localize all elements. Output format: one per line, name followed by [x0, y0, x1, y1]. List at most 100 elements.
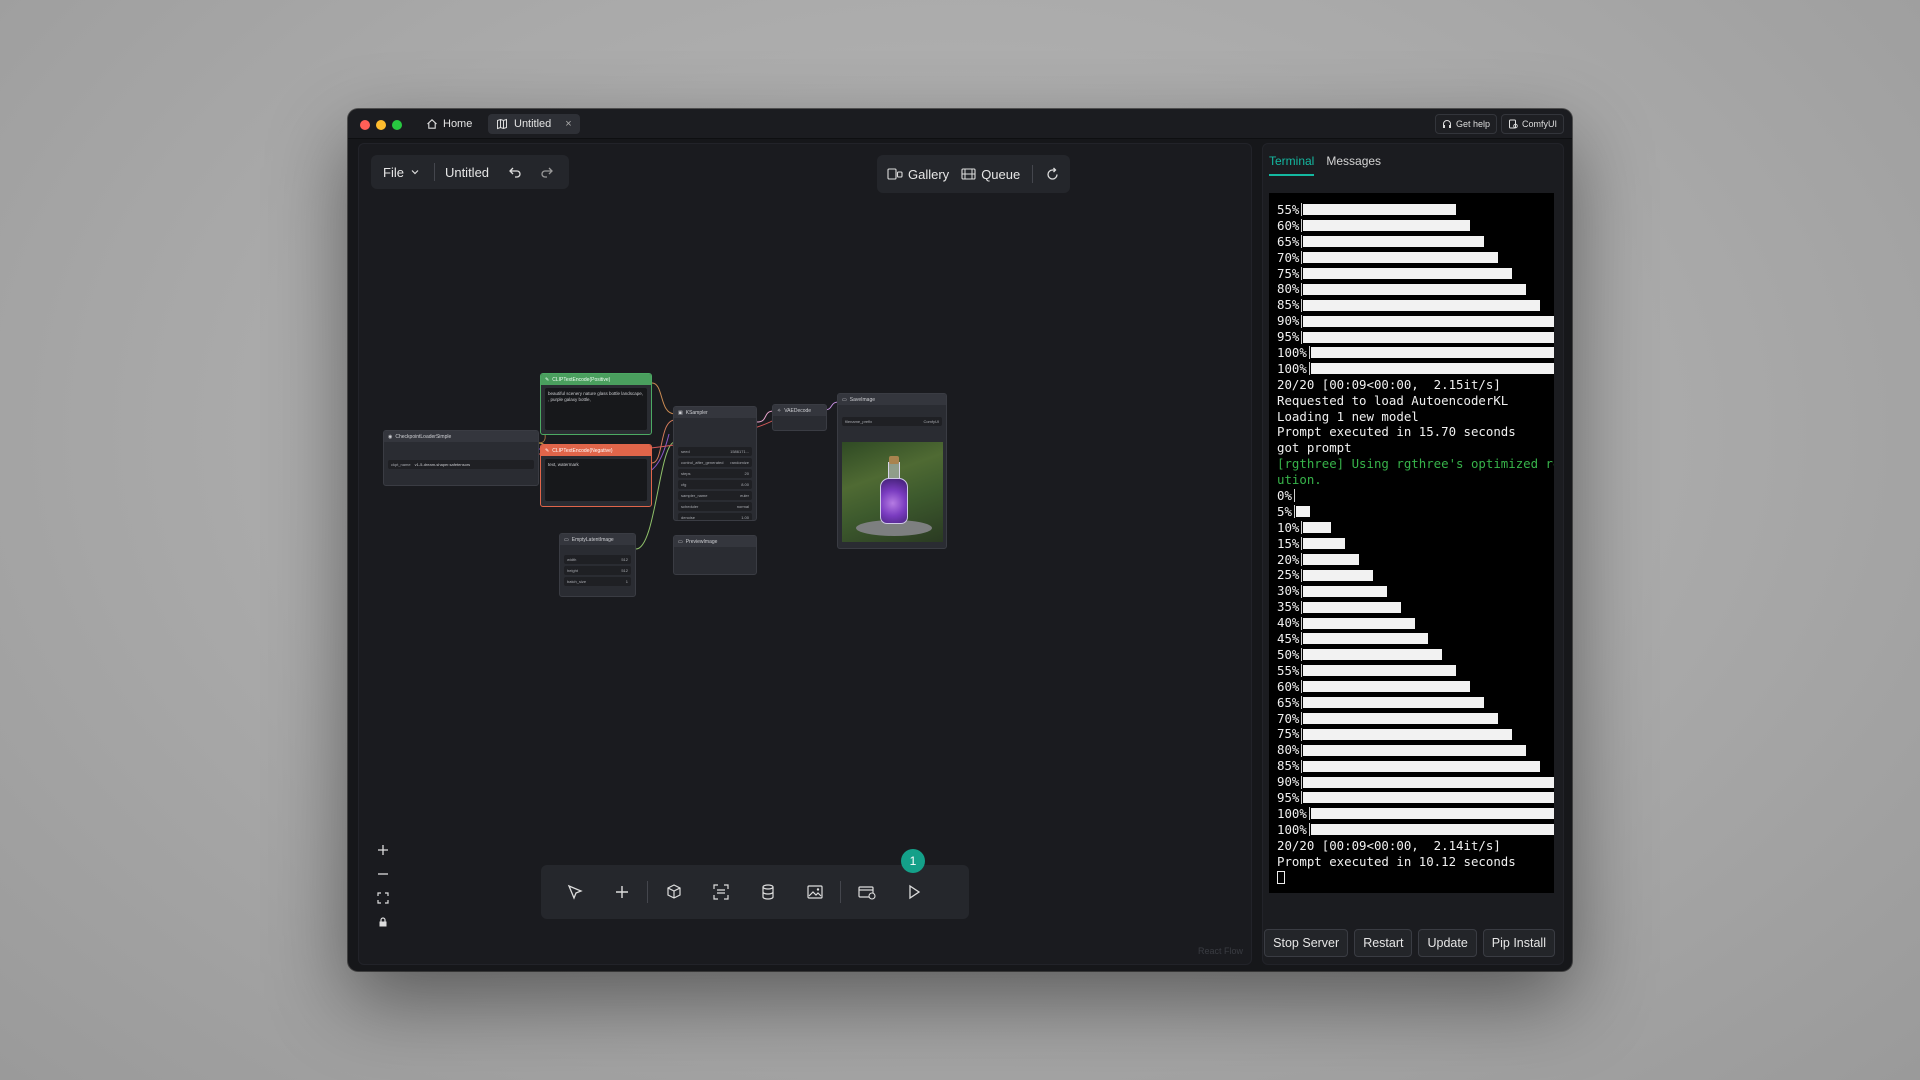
field-value: 1.00 — [741, 515, 749, 520]
maximize-window-button[interactable] — [392, 120, 402, 130]
progress-percent: 55% — [1277, 202, 1300, 217]
node-clip-negative[interactable]: ✎ CLIPTextEncode(Negative) text, watermar… — [540, 444, 652, 507]
run-button[interactable] — [890, 872, 937, 912]
minimize-window-button[interactable] — [376, 120, 386, 130]
terminal-line: 65% — [1277, 695, 1546, 711]
tab-terminal[interactable]: Terminal — [1269, 154, 1315, 176]
image-icon: ▭ — [842, 396, 847, 403]
console-panel: Terminal Messages 55% 60% 65% 70% 75% 80% 85% 9… — [1262, 143, 1564, 965]
terminal-line: 85% — [1277, 297, 1546, 313]
comfyui-button[interactable]: ComfyUI — [1500, 114, 1564, 134]
progress-bar-start — [1301, 759, 1303, 773]
tab-home[interactable]: Home — [426, 115, 472, 133]
progress-percent: 55% — [1277, 662, 1300, 678]
latent-field[interactable]: batch_size 1 — [564, 577, 631, 586]
tab-close-icon[interactable]: × — [565, 118, 571, 130]
field-label: seed — [681, 449, 690, 454]
field-value: 1 — [625, 579, 628, 584]
queue-list-button[interactable] — [843, 872, 890, 912]
progress-bar — [1301, 727, 1554, 741]
lock-button[interactable] — [373, 913, 393, 931]
progress-bar-fill — [1310, 363, 1554, 375]
zoom-in-button[interactable] — [373, 841, 393, 859]
progress-bar — [1301, 314, 1554, 328]
ksampler-field[interactable]: control_after_generated randomize — [678, 458, 752, 467]
progress-bar-start — [1301, 282, 1303, 296]
terminal-line: 30% — [1277, 583, 1546, 599]
node-checkpoint-loader[interactable]: ◉ CheckpointLoaderSimple ckpt_name v1-5-dr… — [383, 430, 539, 486]
prompt-textarea[interactable]: beautiful scenery nature glass bottle la… — [545, 388, 647, 430]
ksampler-field[interactable]: steps 20 — [678, 469, 752, 478]
node-preview-image[interactable]: ▭ PreviewImage — [673, 535, 757, 575]
queue-count-badge: 1 — [901, 849, 925, 873]
terminal-line: 55% — [1277, 202, 1546, 218]
node-title: CheckpointLoaderSimple — [395, 433, 452, 440]
terminal-line: Loading 1 new model — [1277, 409, 1546, 425]
stop-server-button[interactable]: Stop Server — [1264, 929, 1349, 957]
database-button[interactable] — [744, 872, 791, 912]
terminal-output[interactable]: 55% 60% 65% 70% 75% 80% 85% 90% 95% 100% 100% 20/20… — [1269, 193, 1554, 893]
generated-image-preview[interactable] — [842, 442, 943, 542]
node-save-image[interactable]: ▭ SaveImage filename_prefix ComfyUI — [837, 393, 947, 549]
latent-field[interactable]: height 512 — [564, 566, 631, 575]
progress-bar-fill — [1303, 299, 1540, 311]
node-header: ▭ SaveImage — [838, 394, 946, 405]
progress-bar — [1301, 632, 1554, 646]
progress-bar-start — [1301, 219, 1303, 233]
comfyui-icon — [1508, 119, 1518, 129]
field-label: batch_size — [567, 579, 587, 584]
latent-field[interactable]: width 512 — [564, 555, 631, 564]
zoom-out-button[interactable] — [373, 865, 393, 883]
tab-untitled[interactable]: Untitled × — [488, 114, 580, 134]
node-vae-decode[interactable]: ✧ VAEDecode — [772, 404, 827, 431]
react-flow-attribution[interactable]: React Flow — [1198, 946, 1243, 956]
models-button[interactable] — [650, 872, 697, 912]
progress-bar-fill — [1303, 554, 1359, 566]
node-connections — [538, 382, 840, 550]
node-empty-latent-image[interactable]: ▭ EmptyLatentImage width 512 height 512 bat… — [559, 533, 636, 597]
node-ksampler[interactable]: ▣ KSampler seed 1586171... control_after_g… — [673, 406, 757, 521]
restart-button[interactable]: Restart — [1354, 929, 1413, 957]
scan-button[interactable] — [697, 872, 744, 912]
ksampler-field[interactable]: seed 1586171... — [678, 447, 752, 456]
pip-install-button[interactable]: Pip Install — [1482, 929, 1555, 957]
ksampler-field[interactable]: cfg 8.00 — [678, 480, 752, 489]
ckpt-name-field[interactable]: ckpt_name v1-5-dream-shaper.safetensors — [388, 460, 534, 469]
play-icon — [908, 884, 920, 900]
add-node-button[interactable] — [598, 872, 645, 912]
terminal-line: got prompt — [1277, 440, 1546, 456]
node-clip-positive[interactable]: ✎ CLIPTextEncode(Positive) beautiful scen… — [540, 373, 652, 435]
progress-bar-fill — [1303, 204, 1457, 216]
get-help-button[interactable]: Get help — [1434, 114, 1497, 134]
node-header: ✎ CLIPTextEncode(Negative) — [541, 445, 651, 456]
fit-view-button[interactable] — [373, 889, 393, 907]
terminal-line: 85% — [1277, 758, 1546, 774]
progress-bar-start — [1301, 537, 1303, 551]
progress-bar-start — [1301, 632, 1303, 646]
update-button[interactable]: Update — [1418, 929, 1477, 957]
node-title: SaveImage — [849, 396, 876, 403]
progress-bar-fill — [1303, 252, 1498, 264]
ksampler-field[interactable]: sampler_name euler — [678, 491, 752, 500]
workflow-canvas[interactable]: File Untitled Gallery Queue ◉ Checkpoint… — [358, 143, 1252, 965]
scan-icon — [712, 884, 729, 900]
select-tool-button[interactable] — [551, 872, 598, 912]
headphones-icon — [1442, 120, 1451, 128]
progress-bar-start — [1301, 727, 1303, 741]
node-title: CLIPTextEncode(Negative) — [552, 447, 613, 454]
progress-bar-start — [1301, 314, 1303, 328]
progress-bar-start — [1301, 664, 1303, 678]
progress-bar-start — [1301, 775, 1303, 789]
progress-bar — [1301, 537, 1554, 551]
progress-bar-fill — [1303, 712, 1498, 724]
negative-prompt-textarea[interactable]: text, watermark — [545, 459, 647, 501]
filename-prefix-field[interactable]: filename_prefix ComfyUI — [842, 417, 942, 426]
progress-bar — [1301, 759, 1554, 773]
tab-messages[interactable]: Messages — [1326, 154, 1381, 176]
image-button[interactable] — [791, 872, 838, 912]
close-window-button[interactable] — [360, 120, 370, 130]
ksampler-field[interactable]: denoise 1.00 — [678, 513, 752, 520]
field-value: randomize — [730, 460, 749, 465]
terminal-text: 20/20 [00:09<00:00, 2.15it/s] — [1277, 376, 1501, 392]
ksampler-field[interactable]: scheduler normal — [678, 502, 752, 511]
